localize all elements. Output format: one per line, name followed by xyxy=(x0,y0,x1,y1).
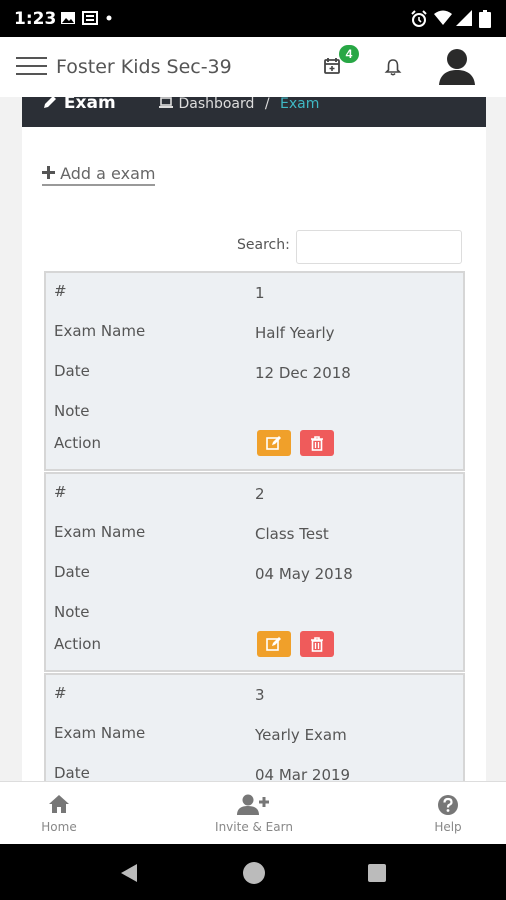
menu-icon[interactable] xyxy=(16,55,48,77)
calendar-badge: 4 xyxy=(339,45,359,63)
delete-button[interactable] xyxy=(300,430,334,456)
calendar-icon[interactable] xyxy=(323,57,341,75)
nav-invite-earn[interactable]: Invite & Earn xyxy=(198,782,310,845)
exam-card: # 3 Exam Name Yearly Exam Date 04 Mar 20… xyxy=(44,673,465,781)
signal-icon xyxy=(456,10,472,26)
index-label: # xyxy=(54,684,67,702)
exam-name-label: Exam Name xyxy=(54,724,146,742)
page-title: Exam xyxy=(42,97,116,113)
date-value: 04 May 2018 xyxy=(255,565,353,583)
help-icon xyxy=(438,795,458,815)
trash-icon xyxy=(311,436,323,451)
exam-name-value: Half Yearly xyxy=(255,324,335,342)
nav-invite-earn-label: Invite & Earn xyxy=(215,820,293,834)
date-label: Date xyxy=(54,764,90,781)
edit-icon xyxy=(266,436,281,450)
index-value: 2 xyxy=(255,485,265,503)
add-exam-label: Add a exam xyxy=(60,164,156,183)
image-icon xyxy=(61,12,75,24)
app-bar: Foster Kids Sec-39 4 xyxy=(0,37,506,98)
laptop-icon xyxy=(159,97,173,108)
app-title: Foster Kids Sec-39 xyxy=(56,56,232,78)
page-title-text: Exam xyxy=(63,97,116,113)
index-label: # xyxy=(54,483,67,501)
status-time: 1:23 xyxy=(14,9,57,29)
exam-name-value: Yearly Exam xyxy=(255,726,347,744)
date-label: Date xyxy=(54,563,90,581)
bottom-nav: Home Invite & Earn Help xyxy=(0,781,506,845)
edit-button[interactable] xyxy=(257,631,291,657)
exam-panel: Exam Dashboard / Exam Add a exam Search:… xyxy=(22,97,486,781)
bell-icon[interactable] xyxy=(384,58,402,76)
alarm-icon xyxy=(411,10,427,27)
note-label: Note xyxy=(54,402,90,420)
exam-name-label: Exam Name xyxy=(54,523,146,541)
news-icon xyxy=(82,11,98,25)
nav-help[interactable]: Help xyxy=(418,782,478,845)
wifi-icon xyxy=(434,10,452,25)
trash-icon xyxy=(311,637,323,652)
action-label: Action xyxy=(54,434,101,452)
date-value: 12 Dec 2018 xyxy=(255,364,351,382)
main-content: Exam Dashboard / Exam Add a exam Search:… xyxy=(0,97,506,781)
breadcrumb: Dashboard / Exam xyxy=(158,97,319,112)
exam-name-value: Class Test xyxy=(255,525,329,543)
add-exam-link[interactable]: Add a exam xyxy=(42,164,156,186)
status-bar: 1:23 xyxy=(0,0,506,37)
index-value: 1 xyxy=(255,284,265,302)
dot-icon xyxy=(106,15,112,21)
date-label: Date xyxy=(54,362,90,380)
exam-card: # 1 Exam Name Half Yearly Date 12 Dec 20… xyxy=(44,271,465,471)
plus-icon xyxy=(42,166,55,179)
index-value: 3 xyxy=(255,686,265,704)
date-value: 04 Mar 2019 xyxy=(255,766,351,781)
exam-name-label: Exam Name xyxy=(54,322,146,340)
edit-icon xyxy=(266,637,281,651)
back-icon[interactable] xyxy=(119,863,139,883)
index-label: # xyxy=(54,282,67,300)
nav-help-label: Help xyxy=(434,820,462,834)
delete-button[interactable] xyxy=(300,631,334,657)
action-label: Action xyxy=(54,635,101,653)
home-icon xyxy=(49,795,69,813)
breadcrumb-current: Exam xyxy=(280,97,320,112)
edit-button[interactable] xyxy=(257,430,291,456)
note-label: Note xyxy=(54,603,90,621)
pencil-icon xyxy=(44,97,56,108)
system-nav-bar xyxy=(0,844,506,900)
search-label: Search: xyxy=(237,237,290,253)
panel-header: Exam Dashboard / Exam xyxy=(22,97,486,127)
nav-home[interactable]: Home xyxy=(24,782,94,845)
exam-card: # 2 Exam Name Class Test Date 04 May 201… xyxy=(44,472,465,672)
search-input[interactable] xyxy=(296,230,462,264)
home-circle-icon[interactable] xyxy=(242,861,266,885)
avatar-icon[interactable] xyxy=(436,45,478,87)
nav-home-label: Home xyxy=(41,820,77,834)
recents-icon[interactable] xyxy=(367,863,387,883)
battery-icon xyxy=(479,10,491,28)
breadcrumb-separator: / xyxy=(264,97,270,112)
add-user-icon xyxy=(237,794,269,815)
breadcrumb-dashboard[interactable]: Dashboard xyxy=(178,97,254,112)
